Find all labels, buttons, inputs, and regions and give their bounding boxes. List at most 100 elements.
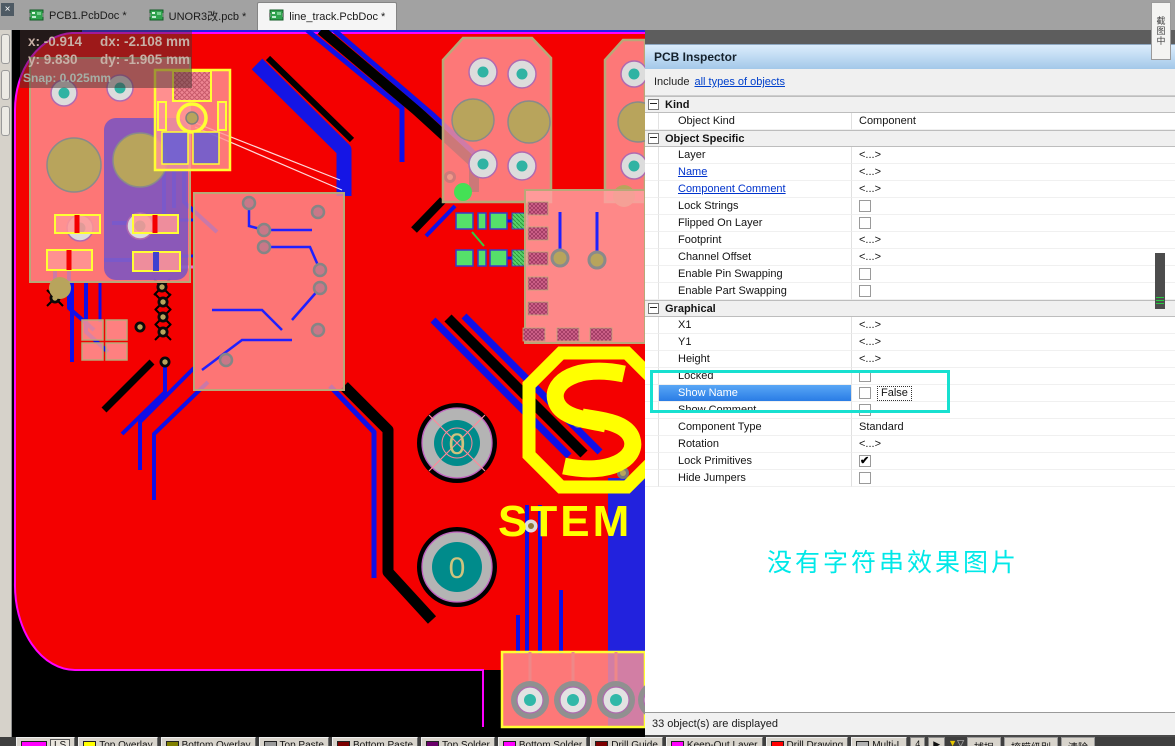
property-value[interactable] — [852, 453, 1175, 470]
section-label: Kind — [665, 99, 689, 111]
layer-buttons: 捕捉掩膜级别清除 — [967, 737, 1095, 746]
inspector-row[interactable]: Footprint<...> — [645, 232, 1175, 249]
inspector-section-row[interactable]: Object Specific — [645, 130, 1175, 147]
dock-handle[interactable] — [1, 70, 10, 100]
property-label: Channel Offset — [659, 249, 852, 266]
layer-bar-button[interactable]: 捕捉 — [967, 737, 1001, 746]
property-value[interactable] — [852, 266, 1175, 283]
layer-tab[interactable]: Drill Drawing — [766, 737, 849, 746]
inspector-row[interactable]: Lock Strings — [645, 198, 1175, 215]
property-value[interactable] — [852, 283, 1175, 300]
inspector-row[interactable]: Component TypeStandard — [645, 419, 1175, 436]
center-module-footprint[interactable] — [194, 193, 344, 390]
mounting-hole-top[interactable]: 0 — [417, 403, 497, 483]
layer-color-swatch — [671, 741, 684, 746]
row-gutter — [645, 436, 659, 453]
document-tab[interactable]: line_track.PcbDoc * — [257, 2, 397, 30]
row-gutter — [645, 198, 659, 215]
layer-tab[interactable]: LS — [16, 737, 75, 746]
property-label-link[interactable]: Component Comment — [659, 181, 852, 198]
collapse-icon[interactable] — [648, 99, 659, 110]
inspector-row[interactable]: Rotation<...> — [645, 436, 1175, 453]
property-value[interactable]: <...> — [852, 436, 1175, 453]
inspector-row[interactable]: Flipped On Layer — [645, 215, 1175, 232]
layer-tab[interactable]: Top Paste — [259, 737, 329, 746]
inspector-row[interactable]: Lock Primitives — [645, 453, 1175, 470]
property-label-link[interactable]: Name — [659, 164, 852, 181]
dock-handle[interactable] — [1, 34, 10, 64]
pcb-canvas[interactable]: STEM 0 0 — [12, 30, 645, 737]
inspector-row[interactable]: Enable Part Swapping — [645, 283, 1175, 300]
close-document-button[interactable]: × — [1, 3, 14, 16]
inspector-row[interactable]: Enable Pin Swapping — [645, 266, 1175, 283]
property-value[interactable]: <...> — [852, 317, 1175, 334]
layer-tab[interactable]: Top Overlay — [78, 737, 157, 746]
inspector-row[interactable]: Height<...> — [645, 351, 1175, 368]
checkbox[interactable] — [859, 268, 871, 280]
checkbox[interactable] — [859, 217, 871, 229]
layer-tab[interactable]: Bottom Solder — [498, 737, 587, 746]
property-value[interactable] — [852, 215, 1175, 232]
property-value[interactable]: Component — [852, 113, 1175, 130]
layer-bar-button[interactable]: 掩膜级别 — [1004, 737, 1058, 746]
inspector-row[interactable]: X1<...> — [645, 317, 1175, 334]
property-value[interactable]: Standard — [852, 419, 1175, 436]
right-module-footprint[interactable] — [523, 190, 645, 343]
inspector-row[interactable]: Name<...> — [645, 164, 1175, 181]
dock-handle[interactable] — [1, 106, 10, 136]
row-gutter — [645, 181, 659, 198]
layer-tab[interactable]: Drill Guide — [590, 737, 663, 746]
layer-tab[interactable]: Bottom Paste — [332, 737, 418, 746]
property-value[interactable]: <...> — [852, 147, 1175, 164]
inspector-row[interactable]: Y1<...> — [645, 334, 1175, 351]
inspector-section-row[interactable]: Graphical — [645, 300, 1175, 317]
layer-tab[interactable]: Keep-Out Layer — [666, 737, 763, 746]
property-value[interactable]: <...> — [852, 334, 1175, 351]
checkbox[interactable] — [859, 200, 871, 212]
include-link[interactable]: all types of objects — [694, 76, 785, 88]
property-value[interactable]: <...> — [852, 351, 1175, 368]
inspector-row[interactable]: Channel Offset<...> — [645, 249, 1175, 266]
layer-page-number[interactable]: 4 — [910, 737, 925, 746]
scrollbar-thumb[interactable] — [1155, 253, 1165, 309]
inspector-section-row[interactable]: Kind — [645, 96, 1175, 113]
layer-scroll-arrow[interactable]: ▶ — [928, 737, 945, 746]
layer-tab-label: Top Paste — [280, 740, 324, 746]
layer-tab[interactable]: Multi-L — [851, 737, 907, 746]
filter-icon[interactable]: ▼▽ — [948, 737, 964, 746]
property-value[interactable]: <...> — [852, 181, 1175, 198]
row-gutter — [645, 147, 659, 164]
property-value[interactable]: <...> — [852, 249, 1175, 266]
layer-tab[interactable]: Top Solder — [421, 737, 495, 746]
property-value[interactable] — [852, 470, 1175, 487]
checkbox[interactable] — [859, 455, 871, 467]
property-value[interactable]: <...> — [852, 232, 1175, 249]
checkbox[interactable] — [859, 472, 871, 484]
pcb-canvas-svg[interactable]: STEM 0 0 — [12, 30, 645, 737]
layer-color-swatch — [264, 741, 277, 746]
silkscreen-text: STEM — [498, 497, 632, 546]
terminal-block-footprint[interactable] — [443, 38, 551, 202]
row-gutter — [645, 334, 659, 351]
property-value[interactable]: <...> — [852, 164, 1175, 181]
terminal-block-footprint[interactable] — [605, 40, 645, 207]
collapse-icon[interactable] — [648, 133, 659, 144]
property-label: Height — [659, 351, 852, 368]
layer-bar-button[interactable]: 清除 — [1061, 737, 1095, 746]
inspector-row[interactable]: Object KindComponent — [645, 113, 1175, 130]
layer-color-swatch — [771, 741, 784, 746]
layer-tab[interactable]: Bottom Overlay — [161, 737, 256, 746]
inspector-row[interactable]: Hide Jumpers — [645, 470, 1175, 487]
collapse-icon[interactable] — [648, 303, 659, 314]
document-tab[interactable]: UNOR3改.pcb * — [138, 2, 258, 30]
checkbox[interactable] — [859, 285, 871, 297]
bottom-connector-footprint[interactable] — [502, 652, 645, 727]
vertical-panel-tab[interactable]: 截图中 — [1151, 2, 1171, 60]
document-tab[interactable]: PCB1.PcbDoc * — [18, 2, 138, 30]
inspector-row[interactable]: Component Comment<...> — [645, 181, 1175, 198]
mounting-hole-bottom[interactable]: 0 — [417, 527, 497, 607]
property-value[interactable] — [852, 198, 1175, 215]
inspector-row[interactable]: Layer<...> — [645, 147, 1175, 164]
snap-indicator: Snap: 0.025mm — [23, 71, 111, 85]
layer-color-swatch — [503, 741, 516, 746]
